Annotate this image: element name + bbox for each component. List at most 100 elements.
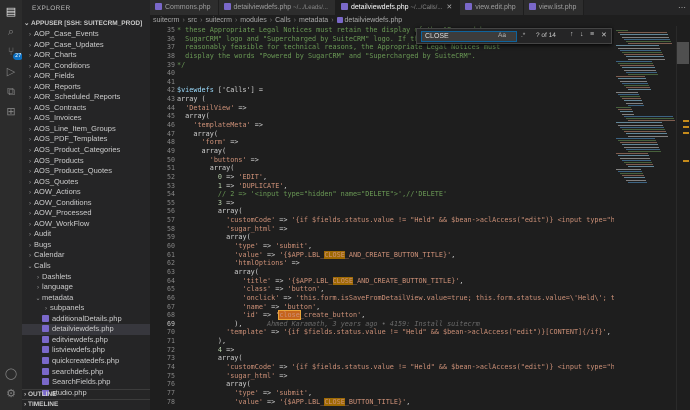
code-token: array( — [177, 267, 259, 276]
more-actions-icon[interactable]: ⋯ — [678, 0, 686, 15]
breadcrumb-separator-icon: › — [234, 17, 238, 24]
tree-folder[interactable]: › AOR_Reports — [22, 82, 150, 93]
code-line: array( — [177, 112, 614, 121]
code-token: => — [234, 103, 247, 112]
source-control-icon[interactable]: ⑂ 27 — [3, 44, 24, 60]
settings-gear-icon[interactable]: ⚙ — [3, 386, 19, 402]
code-token: => — [250, 121, 263, 130]
breadcrumb-item[interactable]: src — [188, 17, 197, 24]
tree-folder[interactable]: › AOS_Line_Item_Groups — [22, 124, 150, 135]
code-token: $viewdefs — [177, 86, 214, 95]
tree-folder[interactable]: › AOS_Contracts — [22, 103, 150, 114]
tree-folder[interactable]: › AOW_WorkFlow — [22, 219, 150, 230]
tree-folder[interactable]: › AOR_Scheduled_Reports — [22, 92, 150, 103]
previous-match-icon[interactable]: ↑ — [570, 31, 574, 38]
minimap-line — [626, 87, 650, 89]
find-in-selection-icon[interactable]: ≡ — [590, 31, 594, 38]
tab-label: Commons.php — [165, 4, 211, 11]
minimap-line — [626, 118, 674, 119]
breadcrumb-item[interactable]: Calls — [275, 17, 291, 24]
line-number: 36 — [167, 34, 175, 43]
tree-folder[interactable]: › AOS_Products_Quotes — [22, 166, 150, 177]
tree-item-label: AOS_Line_Item_Groups — [34, 123, 116, 133]
minimap-line — [620, 111, 633, 113]
tree-folder[interactable]: › AOS_Invoices — [22, 113, 150, 124]
accounts-icon[interactable]: ◯ — [3, 366, 19, 382]
tree-file[interactable]: editviewdefs.php — [22, 335, 150, 346]
workspace-root[interactable]: ⌄ APPUSER [SSH: SUITECRM_PROD] — [22, 18, 150, 29]
tree-folder[interactable]: › Calendar — [22, 250, 150, 261]
tree-file[interactable]: detailviewdefs.php — [22, 324, 150, 335]
editor-tab[interactable]: view.list.php — [523, 0, 585, 15]
tree-file[interactable]: additionalDetails.php — [22, 314, 150, 325]
vertical-scrollbar[interactable] — [676, 26, 690, 410]
find-widget: CLOSE Aa ab .* ? of 14 ↑ ↓ ≡ ✕ — [416, 28, 612, 44]
timeline-section[interactable]: › TIMELINE — [22, 399, 150, 409]
tree-folder[interactable]: › AOP_Case_Events — [22, 29, 150, 40]
editor-tab[interactable]: view.edit.php — [460, 0, 524, 15]
minimap-line — [620, 65, 654, 67]
regex-toggle[interactable]: .* — [521, 32, 525, 39]
editor-tab[interactable]: Commons.php — [150, 0, 219, 15]
breadcrumb-item[interactable]: suitecrm — [153, 17, 179, 24]
tree-item-label: AOW_Processed — [34, 208, 92, 218]
close-tab-icon[interactable]: ✕ — [446, 4, 452, 11]
code-token: 'customCode' — [226, 216, 276, 225]
minimap-line — [620, 80, 647, 82]
run-debug-icon[interactable]: ▷ — [3, 64, 19, 80]
tree-folder[interactable]: › AOR_Conditions — [22, 61, 150, 72]
tree-folder[interactable]: › subpanels — [22, 303, 150, 314]
tree-file[interactable]: listviewdefs.php — [22, 345, 150, 356]
tree-folder[interactable]: › AOR_Fields — [22, 71, 150, 82]
scrollbar-thumb[interactable] — [677, 42, 689, 64]
minimap-line — [624, 100, 642, 102]
code-line: display the words "Powered by SugarCRM" … — [177, 52, 614, 61]
tree-folder[interactable]: › Dashlets — [22, 272, 150, 283]
tree-folder[interactable]: › AOS_Product_Categories — [22, 145, 150, 156]
tree-file[interactable]: SearchFields.php — [22, 377, 150, 388]
code-token: => — [267, 302, 284, 311]
tree-folder[interactable]: › AOR_Charts — [22, 50, 150, 61]
code-editor[interactable]: * these Appropriate Legal Notices must r… — [177, 26, 614, 410]
code-line: array( — [177, 207, 614, 216]
outline-section[interactable]: › OUTLINE — [22, 389, 150, 399]
tree-folder[interactable]: › AOS_Products — [22, 156, 150, 167]
tree-folder[interactable]: › AOW_Actions — [22, 187, 150, 198]
minimap-line — [622, 144, 658, 146]
tree-folder[interactable]: › AOP_Case_Updates — [22, 40, 150, 51]
match-case-toggle[interactable]: Aa — [498, 32, 506, 39]
close-icon[interactable]: ✕ — [601, 31, 607, 39]
minimap-line — [618, 47, 660, 49]
tree-file[interactable]: searchdefs.php — [22, 367, 150, 378]
files-icon[interactable]: ▤ — [3, 4, 19, 20]
tree-folder[interactable]: › Bugs — [22, 240, 150, 251]
tree-folder[interactable]: › AOW_Conditions — [22, 198, 150, 209]
breadcrumb-item[interactable]: detailviewdefs.php — [345, 17, 403, 24]
tree-folder[interactable]: › AOS_Quotes — [22, 177, 150, 188]
tree-file[interactable]: quickcreatedefs.php — [22, 356, 150, 367]
minimap[interactable] — [614, 26, 676, 410]
breadcrumb-item[interactable]: suitecrm — [205, 17, 231, 24]
tree-folder[interactable]: › language — [22, 282, 150, 293]
editor-tab[interactable]: detailviewdefs.php ~/.../Calls/... ✕ — [335, 0, 461, 15]
tree-folder[interactable]: › AOW_Processed — [22, 208, 150, 219]
code-line: // 2 => '<input type="hidden" name="DELE… — [177, 190, 614, 199]
tree-folder[interactable]: › Audit — [22, 229, 150, 240]
editor-tab[interactable]: detailviewdefs.php ~/.../Leads/... — [218, 0, 336, 15]
breadcrumb-item[interactable]: modules — [240, 17, 266, 24]
tree-folder[interactable]: › AOS_PDF_Templates — [22, 134, 150, 145]
breadcrumb-item[interactable]: metadata — [299, 17, 328, 24]
code-line: 'htmlOptions' => — [177, 259, 614, 268]
tree-item-label: listviewdefs.php — [52, 345, 105, 355]
tree-folder[interactable]: ⌄metadata — [22, 293, 150, 304]
tree-folder[interactable]: ⌄Calls — [22, 261, 150, 272]
code-token: _AND_CREATE_BUTTON_TITLE}' — [353, 276, 460, 285]
line-number: 35 — [167, 26, 175, 34]
remote-icon[interactable]: ⧉ — [3, 84, 19, 100]
search-icon[interactable]: ⌕ — [3, 24, 19, 40]
next-match-icon[interactable]: ↓ — [580, 31, 584, 38]
extensions-icon[interactable]: ⊞ — [3, 104, 19, 120]
